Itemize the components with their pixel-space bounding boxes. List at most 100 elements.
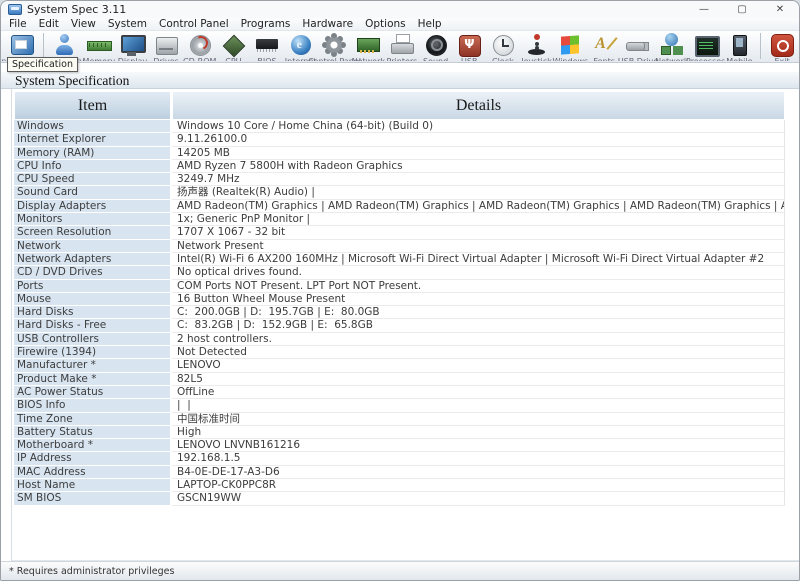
tooltip: Specification (7, 57, 78, 72)
item-cell: Screen Resolution (14, 226, 172, 240)
menu-help[interactable]: Help (412, 18, 448, 31)
toolbar-processes-button[interactable]: Processes (686, 31, 725, 61)
toolbar-item-label: Joystick (521, 57, 552, 61)
toolbar-clock-button[interactable]: Clock (486, 31, 520, 61)
item-cell: Hard Disks - Free (14, 319, 172, 333)
toolbar-sound-button[interactable]: Sound (419, 31, 453, 61)
table-row: Product Make * 82L5 (14, 372, 785, 386)
item-cell: SM BIOS (14, 492, 172, 506)
toolbar-cdrom-button[interactable]: CD-ROM (183, 31, 217, 61)
item-cell: Sound Card (14, 186, 172, 200)
table-row: Memory (RAM) 14205 MB (14, 146, 785, 160)
toolbar-dimm-button[interactable]: BIOS (250, 31, 284, 61)
minimize-button[interactable]: — (685, 1, 723, 18)
table-row: SM BIOS GSCN19WW (14, 492, 785, 506)
item-cell: Product Make * (14, 372, 172, 386)
toolbar-cpu-button[interactable]: CPU (217, 31, 251, 61)
table-row: Host Name LAPTOP-CK0PPC8R (14, 479, 785, 493)
toolbar-printer-button[interactable]: Printers (385, 31, 419, 61)
table-row: IP Address 192.168.1.5 (14, 452, 785, 466)
details-cell: 16 Button Wheel Mouse Present (172, 292, 785, 307)
details-cell: LAPTOP-CK0PPC8R (172, 479, 785, 493)
toolbar-separator (760, 33, 762, 59)
memory-icon (86, 33, 112, 57)
menu-file[interactable]: File (3, 18, 33, 31)
internet-icon (288, 33, 314, 57)
details-cell: 1x; Generic PnP Monitor | (172, 213, 785, 227)
menu-hardware[interactable]: Hardware (296, 18, 359, 31)
toolbar-item-label: Memory (83, 57, 116, 61)
toolbar-fonts-button[interactable]: Fonts (587, 31, 621, 61)
toolbar-joystick-button[interactable]: Joystick (520, 31, 554, 61)
table-row: Monitors 1x; Generic PnP Monitor | (14, 213, 785, 227)
item-cell: Network Adapters (14, 252, 172, 267)
table-row: Time Zone 中国标准时间 (14, 412, 785, 426)
table-row: CPU Speed 3249.7 MHz (14, 173, 785, 187)
close-button[interactable]: ✕ (761, 1, 799, 18)
item-cell: Battery Status (14, 425, 172, 440)
item-cell: MAC Address (14, 465, 172, 480)
toolbar-drive-button[interactable]: Drives (149, 31, 183, 61)
toolbar-mobile-button[interactable]: Mobile (723, 31, 757, 61)
toolbar-exit-button[interactable]: Exit (765, 31, 799, 61)
network-icon (659, 33, 685, 57)
toolbar-memory-button[interactable]: Memory (82, 31, 116, 61)
details-column-header[interactable]: Details (172, 91, 785, 120)
details-cell: 中国标准时间 (172, 412, 785, 426)
table-row: Hard Disks - Free C: 83.2GB | D: 152.9GB… (14, 319, 785, 333)
toolbar-gear-button[interactable]: Control Panel (308, 31, 361, 61)
toolbar-item-label: Network (655, 57, 688, 61)
toolbar-netcard-button[interactable]: Network (351, 31, 385, 61)
item-cell: Memory (RAM) (14, 146, 172, 160)
table-row: CPU Info AMD Ryzen 7 5800H with Radeon G… (14, 159, 785, 174)
item-cell: CD / DVD Drives (14, 266, 172, 280)
details-cell: 82L5 (172, 372, 785, 386)
processes-icon (693, 33, 720, 57)
usb-icon (456, 33, 482, 57)
table-row: Windows Windows 10 Core / Home China (64… (14, 120, 785, 134)
item-cell: Manufacturer * (14, 359, 172, 373)
table-row: Hard Disks C: 200.0GB | D: 195.7GB | E: … (14, 306, 785, 320)
menu-options[interactable]: Options (359, 18, 412, 31)
toolbar: Specification Summary Memory Display Dri… (1, 31, 799, 63)
menu-system[interactable]: System (102, 18, 153, 31)
table-row: Network Network Present (14, 239, 785, 253)
statusbar: * Requires administrator privileges (1, 561, 799, 580)
menu-edit[interactable]: Edit (33, 18, 65, 31)
toolbar-item-label: CD-ROM (183, 57, 216, 61)
table-row: Network Adapters Intel(R) Wi-Fi 6 AX200 … (14, 252, 785, 267)
gear-icon (321, 33, 347, 57)
toolbar-item-label: Drives (153, 57, 179, 61)
joystick-icon (524, 33, 550, 57)
menu-control-panel[interactable]: Control Panel (153, 18, 235, 31)
maximize-button[interactable]: ▢ (723, 1, 761, 18)
toolbar-display-button[interactable]: Display (116, 31, 150, 61)
details-cell: 扬声器 (Realtek(R) Audio) | (172, 186, 785, 200)
toolbar-item-label: Windows (552, 57, 588, 61)
details-cell: AMD Radeon(TM) Graphics | AMD Radeon(TM)… (172, 199, 785, 214)
table-row: AC Power Status OffLine (14, 385, 785, 400)
toolbar-item-label: Exit (774, 57, 789, 61)
item-cell: Monitors (14, 213, 172, 227)
item-cell: AC Power Status (14, 385, 172, 400)
fonts-icon (591, 33, 617, 57)
item-column-header[interactable]: Item (14, 91, 172, 120)
toolbar-windows-button[interactable]: Windows (552, 31, 588, 61)
item-cell: BIOS Info (14, 399, 172, 413)
window-controls: — ▢ ✕ (685, 1, 799, 18)
user-icon (52, 33, 78, 57)
menu-programs[interactable]: Programs (235, 18, 297, 31)
dimm-icon (254, 33, 280, 57)
menubar: File Edit View System Control Panel Prog… (1, 18, 799, 31)
table-row: Battery Status High (14, 425, 785, 440)
toolbar-usb-button[interactable]: USB (452, 31, 486, 61)
item-cell: CPU Speed (14, 173, 172, 187)
toolbar-usbstick-button[interactable]: USB Drive (618, 31, 658, 61)
specification-icon (9, 33, 35, 57)
item-cell: Hard Disks (14, 306, 172, 320)
toolbar-internet-button[interactable]: Internet (284, 31, 318, 61)
details-cell: Intel(R) Wi-Fi 6 AX200 160MHz | Microsof… (172, 252, 785, 267)
toolbar-network-button[interactable]: Network (655, 31, 689, 61)
menu-view[interactable]: View (65, 18, 102, 31)
titlebar[interactable]: System Spec 3.11 — ▢ ✕ (1, 1, 799, 18)
